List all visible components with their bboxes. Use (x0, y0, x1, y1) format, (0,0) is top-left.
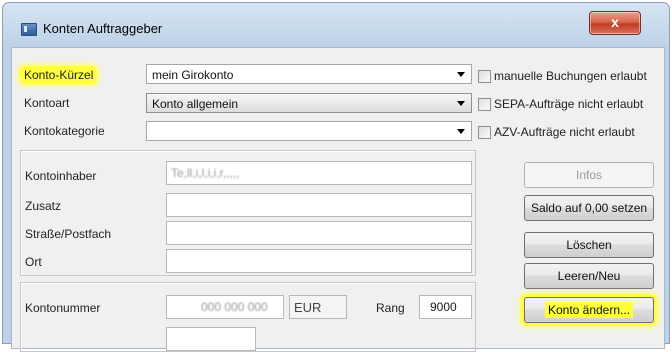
dialog-window: Konten Auftraggeber x Konto-Kürzel mein … (2, 2, 670, 352)
kontoinhaber-value: Te,ll,i,l,i,i,r,,,,, (171, 166, 240, 180)
chevron-down-icon[interactable] (457, 129, 465, 134)
kontoart-label: Kontoart (24, 96, 70, 110)
saldo-button[interactable]: Saldo auf 0,00 setzen (524, 195, 654, 221)
kontonummer-value: 000 000 000 (201, 300, 268, 314)
strasse-input[interactable] (166, 221, 472, 245)
kontoart-combobox[interactable]: Konto allgemein (146, 93, 472, 113)
konto-kuerzel-combobox[interactable]: mein Girokonto (146, 64, 472, 84)
konto-aendern-label: Konto ändern... (544, 302, 634, 318)
app-icon (21, 23, 37, 36)
chevron-down-icon[interactable] (457, 72, 465, 77)
manuelle-buchungen-checkbox[interactable] (478, 70, 491, 83)
rang-input[interactable]: 9000 (419, 295, 472, 319)
kontonummer-label: Kontonummer (25, 301, 101, 315)
ort-label: Ort (25, 255, 42, 269)
sepa-checkbox[interactable] (478, 98, 491, 111)
azv-label: AZV-Aufträge nicht erlaubt (494, 125, 635, 139)
rang-value: 9000 (430, 300, 457, 314)
kontoinhaber-input[interactable]: Te,ll,i,l,i,i,r,,,,, (166, 161, 472, 185)
kontoinhaber-label: Kontoinhaber (25, 169, 97, 183)
manuelle-buchungen-label: manuelle Buchungen erlaubt (494, 69, 647, 83)
sepa-label: SEPA-Aufträge nicht erlaubt (494, 97, 644, 111)
zusatz-input[interactable] (166, 193, 472, 217)
chevron-down-icon[interactable] (457, 101, 465, 106)
address-group: Kontoinhaber Te,ll,i,l,i,i,r,,,,, Zusatz… (20, 150, 476, 276)
close-button[interactable]: x (589, 11, 641, 35)
konto-kuerzel-value: mein Girokonto (152, 68, 234, 82)
strasse-label: Straße/Postfach (25, 227, 112, 241)
dialog-client-area: Konto-Kürzel mein Girokonto Kontoart Kon… (11, 47, 665, 352)
title-bar: Konten Auftraggeber x (3, 3, 669, 43)
ort-input[interactable] (166, 249, 472, 273)
account-group: Kontonummer 000 000 000 EUR Rang 9000 (20, 282, 476, 352)
azv-checkbox[interactable] (478, 126, 491, 139)
leeren-neu-button[interactable]: Leeren/Neu (524, 263, 654, 289)
konto-kuerzel-label: Konto-Kürzel (20, 66, 98, 84)
currency-value: EUR (294, 300, 322, 315)
kontoart-value: Konto allgemein (152, 97, 239, 111)
window-title: Konten Auftraggeber (43, 21, 163, 36)
konto-aendern-button[interactable]: Konto ändern... (524, 297, 654, 323)
second-input[interactable] (166, 327, 256, 351)
kontokategorie-combobox[interactable] (146, 121, 472, 141)
currency-field: EUR (289, 295, 347, 319)
loeschen-button[interactable]: Löschen (524, 232, 654, 258)
kontonummer-input[interactable]: 000 000 000 (166, 295, 284, 319)
rang-label: Rang (376, 301, 405, 315)
kontokategorie-label: Kontokategorie (24, 124, 105, 138)
zusatz-label: Zusatz (25, 199, 62, 213)
infos-button[interactable]: Infos (524, 162, 654, 188)
